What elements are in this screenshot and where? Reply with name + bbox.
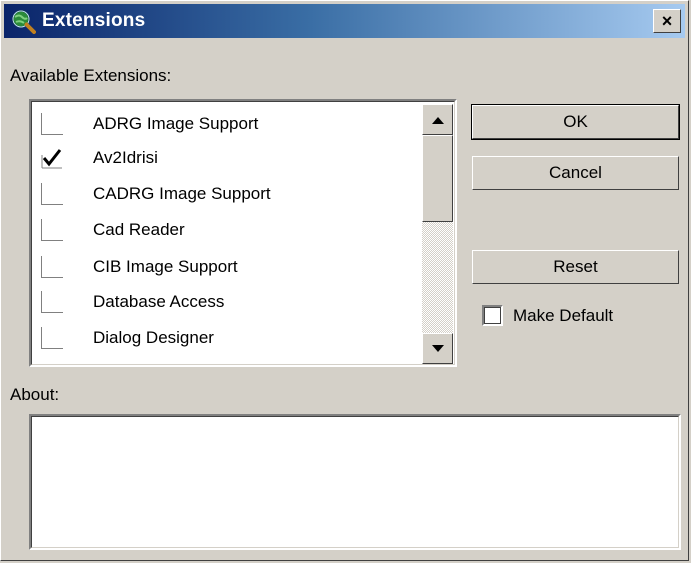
ok-button[interactable]: OK — [471, 104, 680, 140]
extension-label: ADRG Image Support — [93, 114, 259, 133]
globe-magnifier-icon — [12, 10, 36, 34]
list-scrollbar[interactable] — [422, 104, 453, 364]
scroll-down-button[interactable] — [422, 333, 453, 364]
arrow-down-icon — [431, 344, 444, 352]
extensions-dialog: Extensions × Available Extensions: ADRG … — [0, 0, 689, 561]
checkmark-icon — [41, 149, 62, 169]
scroll-thumb[interactable] — [422, 135, 453, 222]
extension-checkbox[interactable] — [41, 256, 63, 278]
available-extensions-label: Available Extensions: — [10, 66, 172, 85]
cancel-button[interactable]: Cancel — [472, 156, 679, 190]
scroll-up-button[interactable] — [422, 104, 453, 135]
extension-label: Database Access — [93, 292, 225, 311]
extension-checkbox[interactable] — [41, 183, 63, 205]
make-default-box[interactable] — [482, 305, 503, 326]
about-text — [31, 416, 679, 428]
title-bar[interactable]: Extensions × — [4, 4, 685, 38]
extension-label: Dialog Designer — [93, 328, 214, 347]
arrow-up-icon — [431, 116, 444, 124]
list-item-dialog-designer[interactable]: Dialog Designer — [37, 321, 417, 355]
about-label: About: — [10, 385, 60, 404]
list-item-adrg[interactable]: ADRG Image Support — [37, 107, 417, 141]
extension-label: Cad Reader — [93, 220, 185, 239]
list-item-cad-reader[interactable]: Cad Reader — [37, 213, 417, 247]
close-icon: × — [661, 11, 673, 31]
window-title: Extensions — [42, 10, 146, 31]
close-button[interactable]: × — [653, 9, 681, 33]
extension-label: CIB Image Support — [93, 257, 238, 276]
extension-checkbox[interactable] — [41, 113, 63, 135]
make-default-label: Make Default — [513, 305, 614, 325]
extensions-list[interactable]: ADRG Image Support Av2Idrisi CADRG Image… — [29, 99, 457, 367]
list-item-database-access[interactable]: Database Access — [37, 285, 417, 319]
list-item-cadrg[interactable]: CADRG Image Support — [37, 177, 417, 211]
extension-checkbox[interactable] — [41, 147, 63, 169]
about-text-area[interactable] — [29, 414, 681, 550]
list-item-av2idrisi[interactable]: Av2Idrisi — [37, 141, 417, 175]
list-item-cib[interactable]: CIB Image Support — [37, 250, 417, 284]
extension-checkbox[interactable] — [41, 327, 63, 349]
make-default-checkbox[interactable]: Make Default — [482, 305, 613, 326]
reset-button[interactable]: Reset — [472, 250, 679, 284]
extension-checkbox[interactable] — [41, 291, 63, 313]
extension-label: Av2Idrisi — [93, 148, 158, 167]
extension-label: CADRG Image Support — [93, 184, 271, 203]
extension-checkbox[interactable] — [41, 219, 63, 241]
